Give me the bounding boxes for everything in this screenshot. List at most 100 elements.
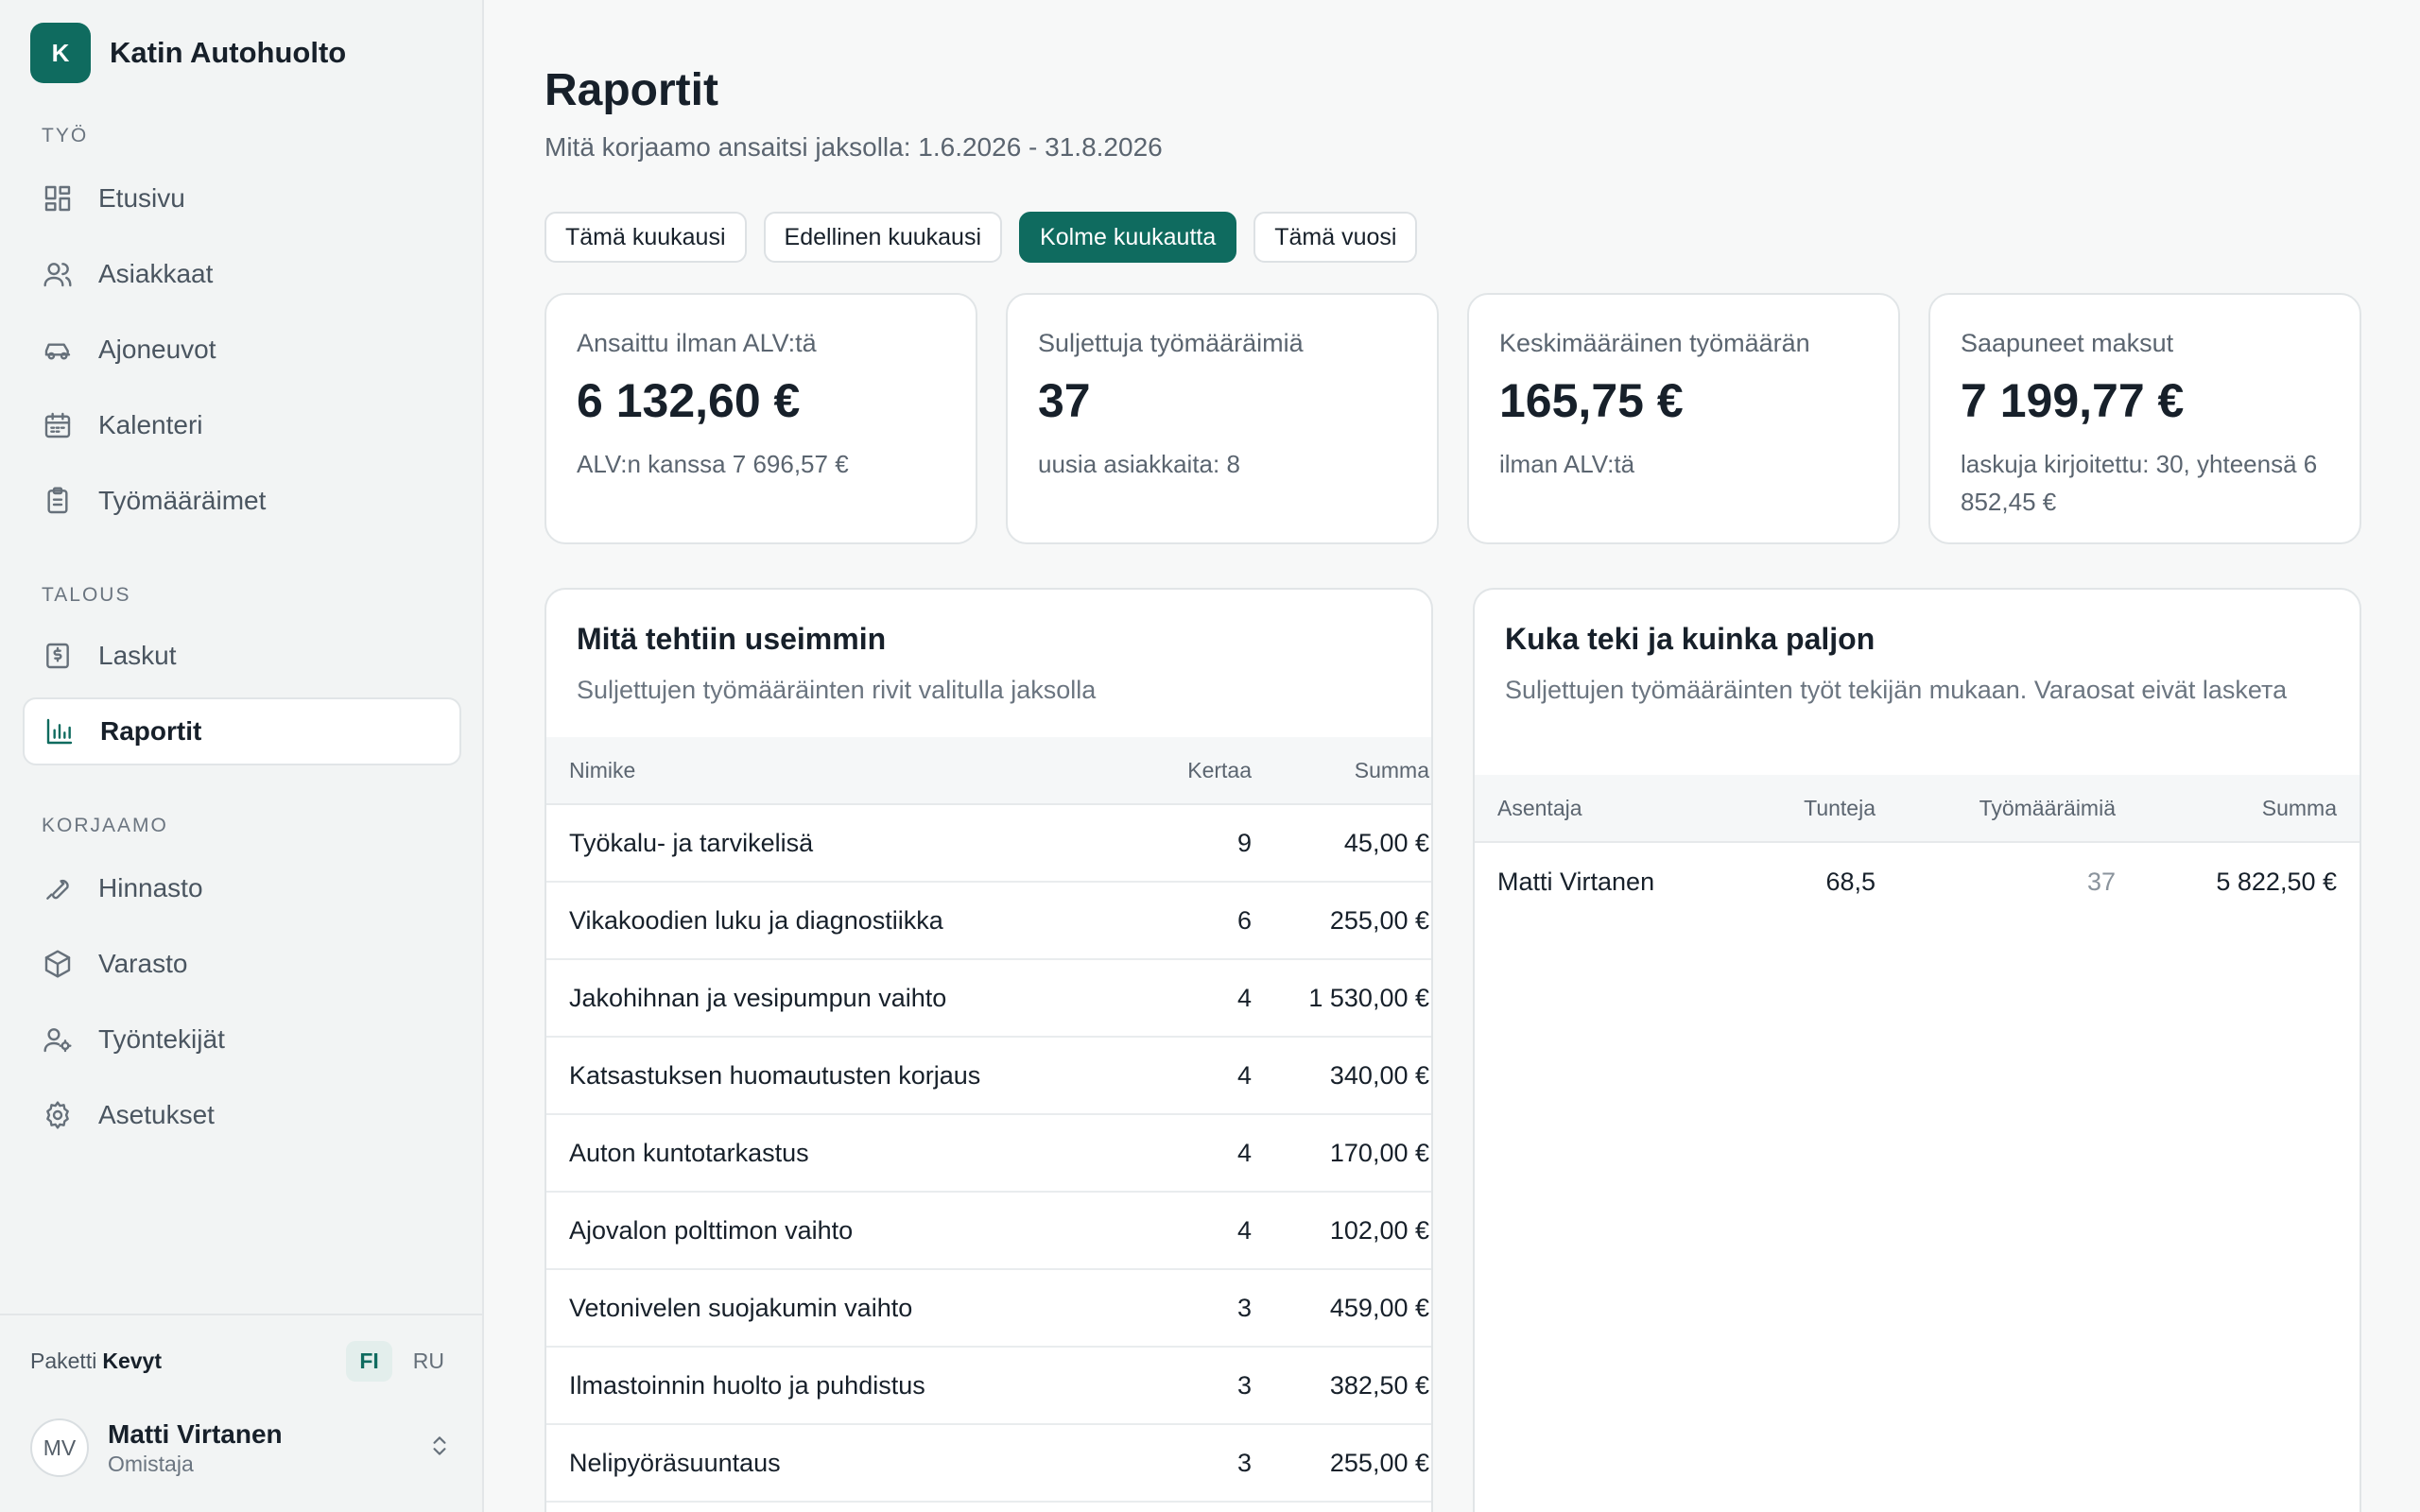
column-header-orders[interactable]: Työmääräimiä bbox=[1979, 775, 2116, 841]
sidebar-item-label: Ajoneuvot bbox=[98, 335, 216, 364]
table-row[interactable]: Katsastuksen huomautusten korjaus 4 340,00… bbox=[546, 1038, 1431, 1115]
sidebar-item-varasto[interactable]: Varasto bbox=[23, 930, 461, 998]
table-row[interactable]: Matti Virtanen 68,5 37 5 822,50 € bbox=[1475, 843, 2360, 920]
sidebar-item-label: Asetukset bbox=[98, 1100, 215, 1129]
user-cog-icon bbox=[42, 1023, 74, 1056]
chevron-up-down-icon bbox=[427, 1432, 452, 1465]
worker-hours: 68,5 bbox=[1825, 867, 1876, 896]
column-header-name[interactable]: Nimike bbox=[569, 737, 635, 803]
sidebar-item-label: Raportit bbox=[100, 716, 202, 746]
sidebar-item-asetukset[interactable]: Asetukset bbox=[23, 1081, 461, 1149]
sidebar-item-label: Varasto bbox=[98, 949, 188, 978]
sidebar-item-asiakkaat[interactable]: Asiakkaat bbox=[23, 240, 461, 308]
filter-three-months[interactable]: Kolme kuukautta bbox=[1019, 212, 1237, 263]
kpi-payments: Saapuneet maksut 7 199,77 € laskuja kirj… bbox=[1928, 293, 2361, 544]
column-header-count[interactable]: Kertaa bbox=[1187, 737, 1252, 803]
sidebar-item-tyomaaraimet[interactable]: Työmääräimet bbox=[23, 467, 461, 535]
sidebar-item-hinnasto[interactable]: Hinnasto bbox=[23, 854, 461, 922]
worker-orders: 37 bbox=[2086, 867, 2116, 896]
job-count: 6 bbox=[1236, 905, 1252, 935]
brand[interactable]: K Katin Autohuolto bbox=[30, 23, 346, 83]
filter-this-year[interactable]: Tämä vuosi bbox=[1253, 212, 1418, 263]
job-count: 3 bbox=[1236, 1293, 1252, 1322]
plan-name: Kevyt bbox=[102, 1348, 162, 1373]
job-name: Vetonivelen suojakumin vaihto bbox=[569, 1293, 913, 1322]
filter-previous-month[interactable]: Edellinen kuukausi bbox=[763, 212, 1003, 263]
page-subtitle: Mitä korjaamo ansaitsi jaksolla: 1.6.202… bbox=[544, 132, 1163, 162]
sidebar-item-etusivu[interactable]: Etusivu bbox=[23, 164, 461, 232]
sidebar-item-label: Työntekijät bbox=[98, 1024, 225, 1054]
table-header: Nimike Kertaa Summa bbox=[546, 737, 1431, 805]
job-name: Auton kuntotarkastus bbox=[569, 1138, 809, 1167]
card-subtitle: Suljettujen työmääräinten työt tekijän m… bbox=[1505, 676, 2288, 704]
kpi-value: 37 bbox=[1038, 374, 1091, 427]
job-name: Jakohihnan ja vesipumpun vaihto bbox=[569, 983, 947, 1012]
table-row[interactable]: Vetonivelen suojakumin vaihto 3 459,00 € bbox=[546, 1270, 1431, 1348]
job-sum: 459,00 € bbox=[1329, 1293, 1429, 1322]
job-sum: 1 530,00 € bbox=[1308, 983, 1429, 1012]
section-label-talous: TALOUS bbox=[42, 584, 131, 606]
sidebar: K Katin Autohuolto TYÖ Etusivu Asiakkaat… bbox=[0, 0, 484, 1512]
language-fi[interactable]: FI bbox=[346, 1340, 392, 1382]
sidebar-divider bbox=[0, 1314, 484, 1315]
job-count: 4 bbox=[1236, 1215, 1252, 1245]
worker-name: Matti Virtanen bbox=[1497, 867, 1655, 896]
sidebar-item-ajoneuvot[interactable]: Ajoneuvot bbox=[23, 316, 461, 384]
job-sum: 255,00 € bbox=[1329, 905, 1429, 935]
job-count: 4 bbox=[1236, 1060, 1252, 1090]
calendar-icon bbox=[42, 409, 74, 441]
table-row[interactable]: Jakohihnan ja vesipumpun vaihto 4 1 530,00… bbox=[546, 960, 1431, 1038]
package-icon bbox=[42, 948, 74, 980]
plan-prefix: Paketti bbox=[30, 1348, 97, 1373]
job-sum: 170,00 € bbox=[1329, 1138, 1429, 1167]
sidebar-item-kalenteri[interactable]: Kalenteri bbox=[23, 391, 461, 459]
kpi-label: Saapuneet maksut bbox=[1961, 329, 2174, 357]
table-row[interactable]: Vikakoodien luku ja diagnostiikka 6 255,00… bbox=[546, 883, 1431, 960]
sidebar-item-laskut[interactable]: Laskut bbox=[23, 622, 461, 690]
sidebar-item-label: Työmääräimet bbox=[98, 486, 267, 515]
sidebar-item-label: Kalenteri bbox=[98, 410, 203, 439]
column-header-sum[interactable]: Summa bbox=[2262, 775, 2337, 841]
job-name: Ilmastoinnin huolto ja puhdistus bbox=[569, 1370, 925, 1400]
kpi-value: 6 132,60 € bbox=[577, 374, 801, 427]
worker-sum: 5 822,50 € bbox=[2216, 867, 2337, 896]
table-row[interactable]: Auton kuntotarkastus 4 170,00 € bbox=[546, 1115, 1431, 1193]
page-title: Raportit bbox=[544, 65, 718, 115]
sidebar-item-label: Laskut bbox=[98, 641, 177, 670]
gear-icon bbox=[42, 1099, 74, 1131]
wrench-icon bbox=[42, 872, 74, 904]
job-sum: 102,00 € bbox=[1329, 1215, 1429, 1245]
job-count: 3 bbox=[1236, 1370, 1252, 1400]
sidebar-item-raportit[interactable]: Raportit bbox=[23, 697, 461, 765]
dashboard-icon bbox=[42, 182, 74, 215]
table-row[interactable]: Nelipyöräsuuntaus 3 255,00 € bbox=[546, 1425, 1431, 1503]
plan-row: Paketti Kevyt FI RU bbox=[30, 1338, 458, 1383]
sidebar-item-tyontekijat[interactable]: Työntekijät bbox=[23, 1005, 461, 1074]
column-header-worker[interactable]: Asentaja bbox=[1497, 775, 1582, 841]
job-sum: 382,50 € bbox=[1329, 1370, 1429, 1400]
kpi-note: ALV:n kanssa 7 696,57 € bbox=[577, 450, 849, 478]
user-menu[interactable]: MV Matti Virtanen Omistaja bbox=[30, 1418, 458, 1478]
user-role: Omistaja bbox=[108, 1451, 194, 1476]
kpi-closed-orders: Suljettuja työmääräimiä 37 uusia asiakka… bbox=[1006, 293, 1439, 544]
language-ru[interactable]: RU bbox=[400, 1341, 458, 1382]
users-icon bbox=[42, 258, 74, 290]
column-header-hours[interactable]: Tunteja bbox=[1804, 775, 1876, 841]
kpi-value: 165,75 € bbox=[1499, 374, 1684, 427]
job-name: Työkalu- ja tarvikelisä bbox=[569, 828, 814, 857]
job-name: Ajovalon polttimon vaihto bbox=[569, 1215, 854, 1245]
kpi-note: uusia asiakkaita: 8 bbox=[1038, 450, 1240, 478]
card-title: Mitä tehtiin useimmin bbox=[577, 622, 887, 656]
table-row[interactable]: Ajovalon polttimon vaihto 4 102,00 € bbox=[546, 1193, 1431, 1270]
table-row[interactable]: Työkalu- ja tarvikelisä 9 45,00 € bbox=[546, 805, 1431, 883]
card-subtitle: Suljettujen työmääräinten rivit valitull… bbox=[577, 676, 1097, 704]
kpi-earned: Ansaittu ilman ALV:tä 6 132,60 € ALV:n k… bbox=[544, 293, 977, 544]
sidebar-item-label: Hinnasto bbox=[98, 873, 203, 902]
table-row[interactable]: Ilmastoinnin huolto ja puhdistus 3 382,50 … bbox=[546, 1348, 1431, 1425]
job-count: 4 bbox=[1236, 1138, 1252, 1167]
column-header-sum[interactable]: Summa bbox=[1355, 737, 1429, 803]
section-label-tyo: TYÖ bbox=[42, 125, 89, 146]
brand-logo: K bbox=[30, 23, 91, 83]
job-name: Nelipyöräsuuntaus bbox=[569, 1448, 781, 1477]
filter-this-month[interactable]: Tämä kuukausi bbox=[544, 212, 747, 263]
